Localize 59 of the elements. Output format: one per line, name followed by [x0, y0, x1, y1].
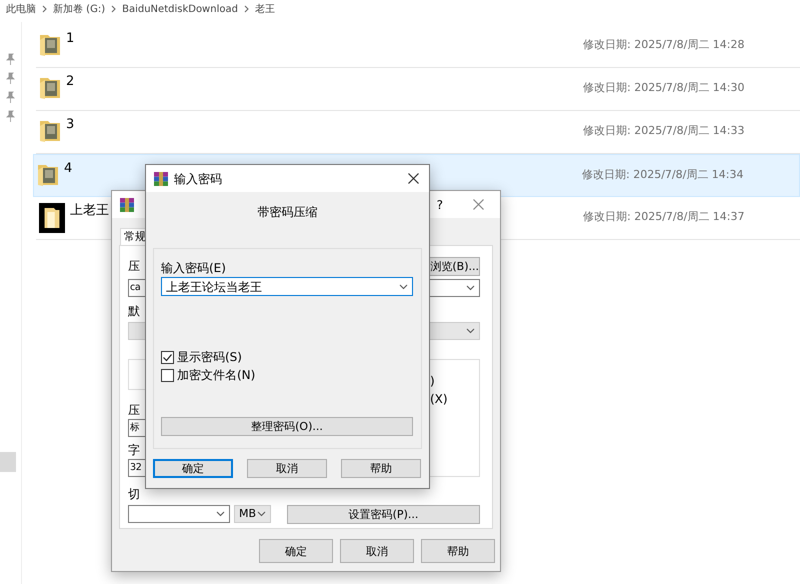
dialog-button[interactable]: 确定: [153, 459, 233, 478]
chevron-down-icon: [399, 284, 408, 290]
window-title: 输入密码: [174, 170, 222, 188]
chevron-right-icon: [42, 5, 47, 13]
dialog-heading: 带密码压缩: [258, 204, 318, 221]
pin-icon[interactable]: [6, 110, 15, 122]
breadcrumb-item[interactable]: 此电脑: [6, 2, 36, 17]
archive-books-icon: [120, 198, 134, 212]
dialog-button[interactable]: 帮助: [421, 539, 495, 563]
organize-passwords-button[interactable]: 整理密码(O)...: [161, 417, 413, 436]
chevron-down-icon: [216, 511, 225, 517]
file-row[interactable]: 2 修改日期: 2025/7/8/周二 14:30: [36, 68, 800, 111]
breadcrumb-item[interactable]: 老王: [254, 2, 275, 17]
unit-dropdown[interactable]: MB: [234, 505, 271, 523]
field-label: 输入密码(E): [161, 260, 227, 277]
pin-icon[interactable]: [6, 53, 15, 65]
breadcrumb-item[interactable]: 新加卷 (G:): [53, 2, 106, 17]
field-label: 压: [128, 402, 141, 419]
close-icon[interactable]: [408, 173, 419, 184]
pin-icon[interactable]: [6, 91, 15, 103]
field-label: 字: [128, 442, 141, 459]
field-label: 压: [128, 258, 140, 275]
modified-date: 修改日期: 2025/7/8/周二 14:37: [583, 209, 746, 225]
chevron-down-icon: [257, 511, 266, 517]
file-name: 1: [66, 31, 74, 47]
option-label: ): [430, 373, 435, 390]
split-size-field[interactable]: [128, 505, 230, 523]
modified-date: 修改日期: 2025/7/8/周二 14:28: [583, 37, 746, 53]
help-button[interactable]: ?: [436, 196, 443, 214]
file-row[interactable]: 1 修改日期: 2025/7/8/周二 14:28: [36, 25, 800, 68]
file-name: 4: [64, 161, 72, 177]
checkbox[interactable]: [161, 350, 174, 364]
dialog-button[interactable]: 取消: [340, 539, 414, 563]
chevron-right-icon: [244, 5, 249, 13]
modified-date: 修改日期: 2025/7/8/周二 14:34: [582, 167, 745, 183]
chevron-down-icon: [466, 285, 475, 291]
field-label: 默: [128, 303, 141, 320]
checkbox[interactable]: [161, 368, 174, 382]
option-label: (X): [430, 391, 448, 408]
folder-thumbnail-icon: [39, 203, 65, 233]
dialog-button[interactable]: 帮助: [341, 459, 421, 478]
password-field[interactable]: 上老王论坛当老王: [161, 277, 413, 296]
chevron-right-icon: [111, 5, 116, 13]
pin-icon[interactable]: [6, 72, 15, 84]
modified-date: 修改日期: 2025/7/8/周二 14:30: [583, 80, 746, 96]
archive-books-icon: [154, 172, 168, 186]
set-password-button[interactable]: 设置密码(P)...: [287, 505, 480, 524]
file-name: 2: [66, 74, 74, 90]
checkbox-label: 显示密码(S): [177, 349, 242, 366]
breadcrumb-item[interactable]: BaiduNetdiskDownload: [122, 2, 238, 17]
chevron-down-icon: [466, 328, 475, 334]
field-label: 切: [128, 486, 141, 503]
dialog-button[interactable]: 确定: [259, 539, 333, 563]
file-name: 上老王: [70, 203, 109, 219]
modified-date: 修改日期: 2025/7/8/周二 14:33: [583, 123, 746, 139]
browse-button[interactable]: 浏览(B)...: [428, 256, 480, 276]
file-name: 3: [66, 117, 74, 133]
checkbox-label: 加密文件名(N): [177, 367, 256, 384]
dialog-button[interactable]: 取消: [247, 459, 327, 478]
